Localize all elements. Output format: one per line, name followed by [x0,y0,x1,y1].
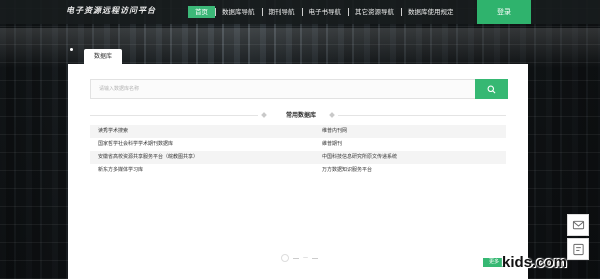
search-icon [487,85,496,93]
section-header: 常用数据库 [90,110,506,120]
list-row: 国家哲学社会科学学术期刊数据库 維普期刊 [90,138,506,151]
pager-separator [312,257,319,259]
message-icon [572,220,584,229]
list-item[interactable]: 新东方多媒体学习库 [98,164,143,177]
tab-marker [70,48,73,51]
pager-prev-button[interactable] [281,254,289,262]
search-bar [90,79,508,99]
divider-left [90,115,258,116]
diamond-left [261,112,267,118]
nav-journal[interactable]: 期刊导航 [261,6,302,18]
main-nav: 首页 数据库导航 期刊导航 电子书导航 其它资源导航 数据库使用规定 [188,5,461,19]
message-button[interactable] [567,214,589,236]
site-logo[interactable]: 电子资源远程访问平台 [66,5,156,16]
top-navbar: 电子资源远程访问平台 首页 数据库导航 期刊导航 电子书导航 其它资源导航 数据… [0,0,600,24]
search-input[interactable] [91,80,471,98]
list-item[interactable]: 国家哲学社会科学学术期刊数据库 [98,138,173,151]
nav-ebook[interactable]: 电子书导航 [301,6,349,18]
pager-separator [293,257,299,259]
list-row: 安徽省高校资源共享服务平台（皖教图共享） 中国科技信息研究所原文传递系统 [90,151,506,164]
database-list: 读秀学术搜索 维普内刊网 国家哲学社会科学学术期刊数据库 維普期刊 安徽省高校资… [90,125,506,177]
feedback-button[interactable] [567,238,589,260]
pager-label: 一 [303,255,309,262]
section-title: 常用数据库 [286,112,317,119]
diamond-right [329,112,335,118]
list-item[interactable]: 维普内刊网 [322,125,347,138]
nav-database[interactable]: 数据库导航 [215,6,262,18]
divider-right [338,115,506,116]
nav-home[interactable]: 首页 [188,6,215,18]
watermark: kids.com [502,254,568,271]
list-item[interactable]: 万方数据知识服务平台 [322,164,372,177]
list-item[interactable]: 读秀学术搜索 [98,125,128,138]
list-row: 新东方多媒体学习库 万方数据知识服务平台 [90,164,506,177]
feedback-icon [572,243,584,255]
tab-database[interactable]: 数据库 [84,49,122,65]
database-panel: 常用数据库 读秀学术搜索 维普内刊网 国家哲学社会科学学术期刊数据库 維普期刊 … [68,64,528,279]
pagination: 一 [281,254,319,262]
list-item[interactable]: 中国科技信息研究所原文传递系统 [322,151,397,164]
nav-usage-rules[interactable]: 数据库使用规定 [401,6,461,18]
search-button[interactable] [475,79,508,99]
list-item[interactable]: 維普期刊 [322,138,342,151]
login-button[interactable]: 登录 [477,0,531,24]
list-item[interactable]: 安徽省高校资源共享服务平台（皖教图共享） [98,151,198,164]
nav-other-resources[interactable]: 其它资源导航 [348,6,401,18]
list-row: 读秀学术搜索 维普内刊网 [90,125,506,138]
